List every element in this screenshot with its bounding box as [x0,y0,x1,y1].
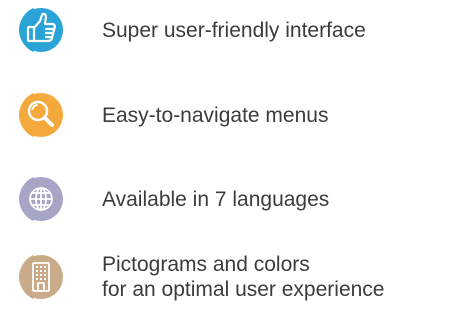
feature-label: Easy-to-navigate menus [102,104,329,127]
magnifier-icon [19,93,63,137]
feature-pictograms: Pictograms and colors for an optimal use… [12,249,442,305]
feature-label: Pictograms and colors for an optimal use… [102,252,385,302]
feature-languages: Available in 7 languages [12,171,442,227]
feature-label-line-2: for an optimal user experience [102,278,385,301]
feature-label: Available in 7 languages [102,188,330,211]
globe-icon [19,177,63,221]
feature-user-friendly: Super user-friendly interface [12,2,442,58]
feature-label: Super user-friendly interface [102,19,366,42]
thumbs-up-icon [19,8,63,52]
feature-label-line-1: Pictograms and colors [102,253,310,276]
feature-navigation: Easy-to-navigate menus [12,87,442,143]
building-icon [19,255,63,299]
